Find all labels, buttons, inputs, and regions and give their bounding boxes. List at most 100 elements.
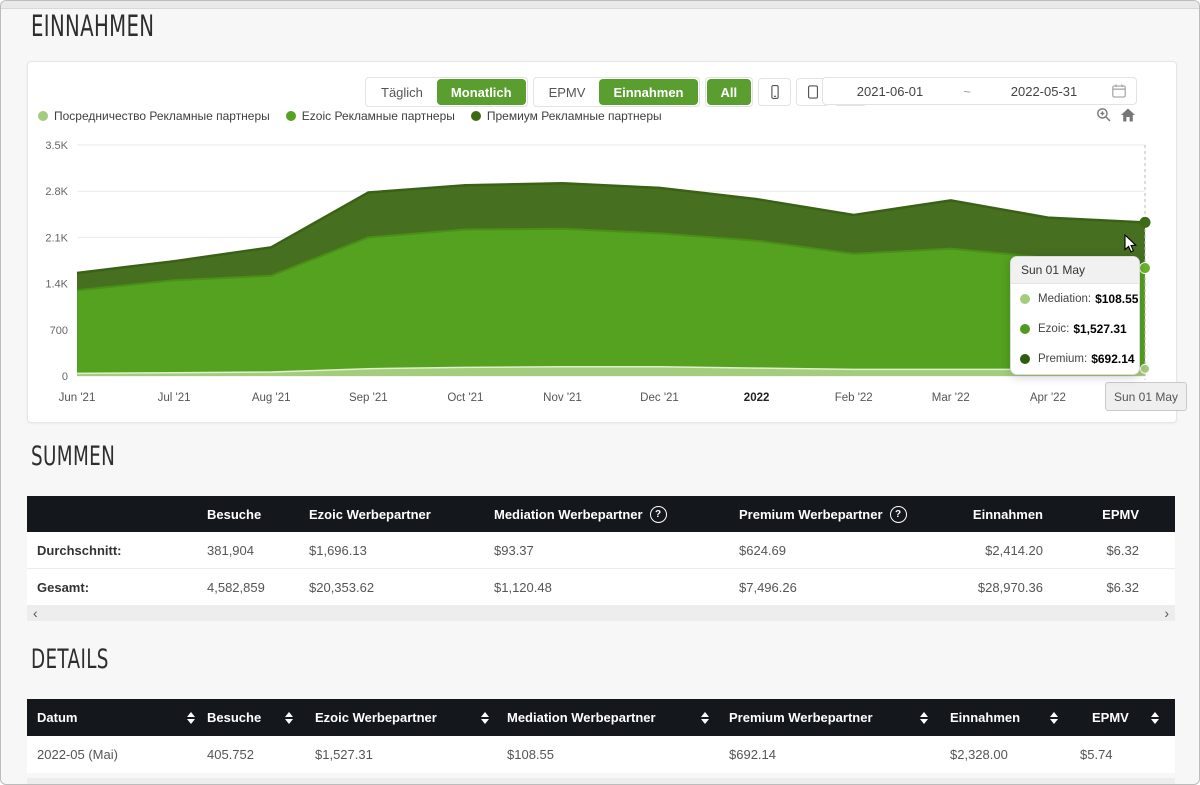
- sort-icon[interactable]: [1050, 712, 1058, 724]
- details-header-mediation-werbepartner[interactable]: Mediation Werbepartner: [497, 710, 727, 725]
- details-cell: $1,527.31: [307, 747, 497, 762]
- sort-icon[interactable]: [701, 712, 709, 724]
- dashboard-page: EINNAHMEN TäglichMonatlichEPMVEinnahmenA…: [0, 0, 1200, 785]
- sort-icon[interactable]: [285, 712, 293, 724]
- tooltip-dot-icon: [1020, 354, 1030, 364]
- summen-cell: 4,582,859: [207, 580, 307, 595]
- details-cell: 2022-05 (Mai): [27, 747, 207, 762]
- tooltip-label: Premium:: [1038, 353, 1087, 365]
- details-table-header: DatumBesuche Ezoic WerbepartnerMediation …: [27, 699, 1175, 736]
- help-icon[interactable]: ?: [650, 506, 667, 523]
- sort-icon[interactable]: [920, 712, 928, 724]
- toolbar-button-group: All: [705, 77, 754, 107]
- date-to[interactable]: 2022-05-31: [977, 84, 1111, 99]
- toolbar-button-monatlich[interactable]: Monatlich: [437, 79, 526, 105]
- summen-cell: $20,353.62: [307, 580, 492, 595]
- y-axis-tick: 3.5K: [45, 140, 68, 152]
- summen-header-premium-werbepartner: Premium Werbepartner?: [737, 506, 957, 523]
- summen-table: BesucheEzoic WerbepartnerMediation Werbe…: [27, 496, 1175, 605]
- legend-item-item[interactable]: Посредничество Рекламные партнеры: [38, 109, 270, 123]
- calendar-icon[interactable]: [1111, 83, 1127, 99]
- chart-tooltip: Sun 01 May Mediation:$108.55Ezoic:$1,527…: [1010, 256, 1140, 375]
- legend-dot-icon: [38, 111, 48, 121]
- toolbar-button-epmv[interactable]: EPMV: [535, 79, 600, 105]
- summen-cell: $7,496.26: [737, 580, 957, 595]
- summen-cell: $1,696.13: [307, 543, 492, 558]
- summen-cell: $93.37: [492, 543, 737, 558]
- tooltip-value: $1,527.31: [1073, 322, 1126, 336]
- summen-scrollbar: ‹ ›: [27, 605, 1175, 621]
- tooltip-row-premium: Premium:$692.14: [1011, 344, 1139, 374]
- details-header-ezoic-werbepartner[interactable]: Ezoic Werbepartner: [307, 710, 497, 725]
- page-title: EINNAHMEN: [31, 9, 154, 43]
- summen-table-header: BesucheEzoic WerbepartnerMediation Werbe…: [27, 496, 1175, 532]
- summen-cell: $6.32: [1043, 543, 1175, 558]
- toolbar-button-t-glich[interactable]: Täglich: [367, 79, 437, 105]
- details-cell: $692.14: [727, 747, 942, 762]
- tooltip-dot-icon: [1020, 294, 1030, 304]
- header-label: Mediation Werbepartner: [494, 507, 643, 522]
- summen-row-durchschnitt: Durchschnitt:381,904$1,696.13$93.37$624.…: [27, 532, 1175, 568]
- scroll-left-icon[interactable]: ‹: [33, 605, 38, 621]
- header-label: Premium Werbepartner: [739, 507, 883, 522]
- x-axis-tick: Dec '21: [640, 392, 679, 404]
- header-label: Premium Werbepartner: [729, 710, 873, 725]
- summen-cell: $1,120.48: [492, 580, 737, 595]
- summen-cell: $624.69: [737, 543, 957, 558]
- legend-label: Премиум Рекламные партнеры: [487, 109, 662, 123]
- crosshair-date-label: Sun 01 May: [1105, 382, 1187, 411]
- toolbar-button-einnahmen[interactable]: Einnahmen: [599, 79, 697, 105]
- home-icon[interactable]: [1120, 107, 1136, 123]
- details-cell: $2,328.00: [942, 747, 1072, 762]
- row-label: Durchschnitt:: [27, 543, 207, 558]
- x-axis-tick: Oct '21: [447, 392, 483, 404]
- details-scrollbar: [27, 778, 1175, 785]
- header-label: Ezoic Werbepartner: [309, 507, 431, 522]
- header-label: EPMV: [1092, 710, 1129, 725]
- tablet-icon: [805, 84, 821, 100]
- date-from[interactable]: 2021-06-01: [823, 84, 957, 99]
- summen-header-epmv: EPMV: [1043, 507, 1175, 522]
- summen-row-gesamt: Gesamt:4,582,859$20,353.62$1,120.48$7,49…: [27, 568, 1175, 605]
- mobile-device-button[interactable]: [758, 78, 791, 106]
- date-separator: ~: [957, 84, 977, 99]
- sort-icon[interactable]: [187, 712, 195, 724]
- y-axis-tick: 0: [62, 371, 68, 383]
- legend-label: Посредничество Рекламные партнеры: [54, 109, 270, 123]
- legend-item-item[interactable]: Премиум Рекламные партнеры: [471, 109, 662, 123]
- toolbar-button-group: TäglichMonatlich: [365, 77, 528, 107]
- header-label: Einnahmen: [973, 507, 1043, 522]
- y-axis-tick: 2.1K: [45, 232, 68, 244]
- toolbar-button-all[interactable]: All: [707, 79, 752, 105]
- legend-dot-icon: [471, 111, 481, 121]
- scroll-right-icon[interactable]: ›: [1164, 605, 1169, 621]
- sort-icon[interactable]: [481, 712, 489, 724]
- legend-item-ezoic[interactable]: Ezoic Рекламные партнеры: [286, 109, 455, 123]
- summen-title: SUMMEN: [31, 441, 115, 472]
- details-header-besuche[interactable]: Besuche: [207, 710, 307, 725]
- details-row: 2022-05 (Mai)405.752$1,527.31$108.55$692…: [27, 736, 1175, 773]
- x-axis-tick: Sep '21: [349, 392, 388, 404]
- details-header-epmv[interactable]: EPMV: [1072, 710, 1175, 725]
- toolbar-button-group: EPMVEinnahmen: [533, 77, 700, 107]
- header-label: Besuche: [207, 710, 261, 725]
- tooltip-row-ezoic: Ezoic:$1,527.31: [1011, 314, 1139, 344]
- details-header-premium-werbepartner[interactable]: Premium Werbepartner: [727, 710, 942, 725]
- details-title: DETAILS: [31, 644, 109, 675]
- summen-header-mediation-werbepartner: Mediation Werbepartner?: [492, 506, 737, 523]
- tooltip-label: Mediation:: [1038, 293, 1091, 305]
- x-axis-tick: 2022: [744, 392, 770, 404]
- tooltip-value: $108.55: [1095, 292, 1138, 306]
- header-label: Einnahmen: [950, 710, 1020, 725]
- zoom-in-icon[interactable]: [1096, 107, 1112, 123]
- details-header-datum[interactable]: Datum: [27, 710, 207, 725]
- y-axis-tick: 1.4K: [45, 279, 68, 291]
- x-axis-tick: Apr '22: [1030, 392, 1066, 404]
- x-axis-tick: Nov '21: [543, 392, 582, 404]
- mobile-icon: [767, 84, 783, 100]
- help-icon[interactable]: ?: [890, 506, 907, 523]
- sort-icon[interactable]: [1151, 712, 1159, 724]
- date-range-picker[interactable]: 2021-06-01 ~ 2022-05-31: [822, 77, 1137, 105]
- x-axis-tick: Jul '21: [158, 392, 191, 404]
- details-header-einnahmen[interactable]: Einnahmen: [942, 710, 1072, 725]
